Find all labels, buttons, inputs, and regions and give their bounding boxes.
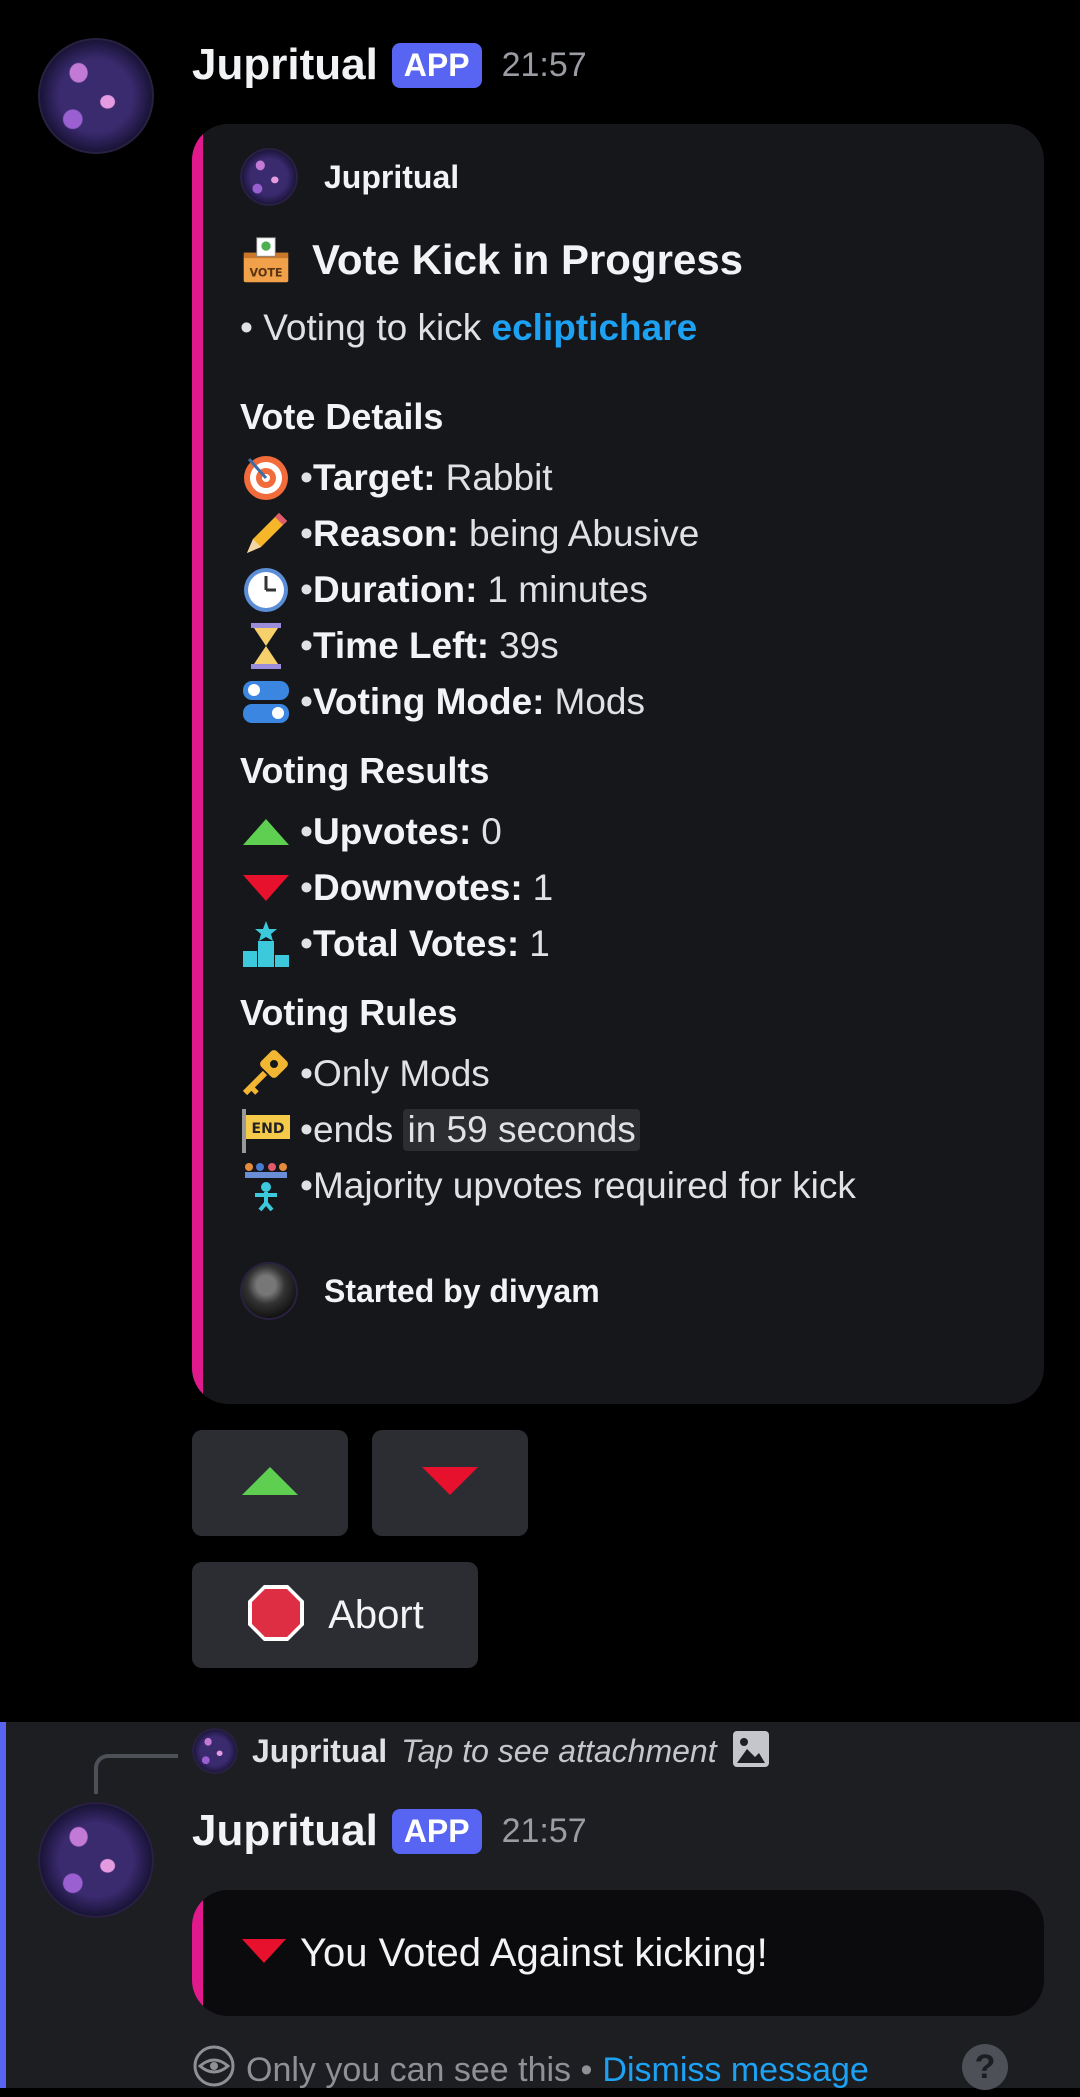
detail-value: Rabbit <box>445 457 553 498</box>
image-icon <box>731 1729 771 1774</box>
only-you-text: Only you can see this • <box>246 2051 593 2089</box>
embed-footer: Started by divyam <box>240 1262 1044 1320</box>
reply-preview[interactable]: Jupritual Tap to see attachment <box>192 1728 771 1774</box>
upvote-button[interactable] <box>192 1430 348 1536</box>
voting-prefix: • Voting to kick <box>240 307 482 348</box>
svg-text:END: END <box>252 1121 285 1137</box>
embed-author-name: Jupritual <box>324 158 460 195</box>
downvote-button[interactable] <box>372 1430 528 1536</box>
detail-label: Reason: <box>312 513 459 554</box>
dismiss-message-link[interactable]: Dismiss message <box>602 2051 868 2090</box>
hourglass-icon <box>240 620 292 672</box>
vote-embed: Jupritual VOTE Vote Kick in Progress • V… <box>192 124 1044 1404</box>
result-label: Total Votes: <box>312 923 520 964</box>
app-badge: APP <box>391 1808 482 1854</box>
up-triangle-icon <box>240 1465 300 1502</box>
clock-icon <box>240 564 292 616</box>
voting-rules-heading: Voting Rules <box>240 992 458 1033</box>
author-name[interactable]: Jupritual <box>192 40 378 90</box>
detail-time-left: • Time Left: 39s <box>240 618 1044 674</box>
down-triangle-icon <box>240 862 292 914</box>
ephemeral-footer: Only you can see this • Dismiss message <box>192 2044 869 2097</box>
result-downvotes: • Downvotes: 1 <box>240 860 1044 916</box>
rule-majority: • Majority upvotes required for kick <box>240 1158 1044 1214</box>
svg-text:VOTE: VOTE <box>249 267 282 280</box>
reply-text: Tap to see attachment <box>401 1732 717 1769</box>
toggle-icon <box>240 676 292 728</box>
key-icon <box>240 1048 292 1100</box>
down-triangle-icon <box>240 1937 288 1970</box>
embed-title: VOTE Vote Kick in Progress <box>240 234 1044 286</box>
detail-label: Time Left: <box>312 625 490 666</box>
reply-author: Jupritual <box>252 1732 388 1769</box>
vote-confirmation-embed: You Voted Against kicking! <box>192 1890 1044 2016</box>
result-value: 0 <box>481 811 502 852</box>
rule-ends: END • ends in 59 seconds <box>240 1102 1044 1158</box>
result-total: • Total Votes: 1 <box>240 916 1044 972</box>
result-value: 1 <box>532 867 554 908</box>
vote-details-list: • Target: Rabbit • Reason: being Abusive… <box>240 450 1044 730</box>
detail-label: Target: <box>312 457 436 498</box>
embed-footer-text: Started by divyam <box>324 1272 600 1309</box>
voting-rules-list: • Only Mods END • ends in 59 seconds • M… <box>240 1046 1044 1214</box>
embed-title-text: Vote Kick in Progress <box>312 236 744 283</box>
kick-target-mention[interactable]: ecliptichare <box>492 307 698 349</box>
embed-author-avatar <box>240 148 298 206</box>
podium-icon <box>240 918 292 970</box>
rule-text: Majority upvotes required for kick <box>312 1165 856 1206</box>
timestamp: 21:57 <box>501 45 587 84</box>
abort-button[interactable]: Abort <box>192 1562 478 1668</box>
up-triangle-icon <box>240 806 292 858</box>
stop-sign-icon <box>246 1583 306 1648</box>
help-icon[interactable]: ? <box>962 2044 1008 2090</box>
app-badge: APP <box>391 42 482 88</box>
ballot-box-icon: VOTE <box>240 234 292 286</box>
detail-duration: • Duration: 1 minutes <box>240 562 1044 618</box>
abort-label: Abort <box>328 1592 424 1637</box>
target-icon <box>240 452 292 504</box>
end-flag-icon: END <box>240 1104 292 1156</box>
eye-icon <box>192 2044 236 2097</box>
vote-details-heading: Vote Details <box>240 396 444 437</box>
relative-timestamp[interactable]: in 59 seconds <box>403 1109 640 1151</box>
detail-value: 1 minutes <box>487 569 648 610</box>
rule-text: Only Mods <box>312 1053 490 1094</box>
detail-value: being Abusive <box>468 513 700 554</box>
message-header: Jupritual APP 21:57 <box>192 40 587 90</box>
voting-results-list: • Upvotes: 0 • Downvotes: 1 • Total Vote… <box>240 804 1044 972</box>
reply-connector <box>94 1754 178 1794</box>
rule-prefix: ends <box>312 1109 394 1150</box>
voting-results-heading: Voting Results <box>240 750 490 791</box>
down-triangle-icon <box>420 1465 480 1502</box>
result-label: Upvotes: <box>312 811 472 852</box>
pencil-icon <box>240 508 292 560</box>
detail-value: 39s <box>499 625 559 666</box>
footer-avatar <box>240 1262 298 1320</box>
bot-avatar[interactable] <box>38 38 154 154</box>
detail-reason: • Reason: being Abusive <box>240 506 1044 562</box>
detail-label: Duration: <box>312 569 478 610</box>
detail-target: • Target: Rabbit <box>240 450 1044 506</box>
result-label: Downvotes: <box>312 867 523 908</box>
confirmation-text: You Voted Against kicking! <box>300 1930 768 1975</box>
message-header: Jupritual APP 21:57 <box>192 1806 587 1856</box>
rule-only-mods: • Only Mods <box>240 1046 1044 1102</box>
author-name[interactable]: Jupritual <box>192 1806 378 1856</box>
timestamp: 21:57 <box>501 1811 587 1850</box>
detail-value: Mods <box>554 681 645 722</box>
detail-label: Voting Mode: <box>312 681 545 722</box>
people-icon <box>240 1160 292 1212</box>
reply-avatar <box>192 1728 238 1774</box>
bot-avatar[interactable] <box>38 1802 154 1918</box>
detail-voting-mode: • Voting Mode: Mods <box>240 674 1044 730</box>
result-upvotes: • Upvotes: 0 <box>240 804 1044 860</box>
voting-to-kick-line: • Voting to kick ecliptichare <box>240 300 1044 356</box>
embed-author: Jupritual <box>240 148 1044 206</box>
result-value: 1 <box>529 923 550 964</box>
